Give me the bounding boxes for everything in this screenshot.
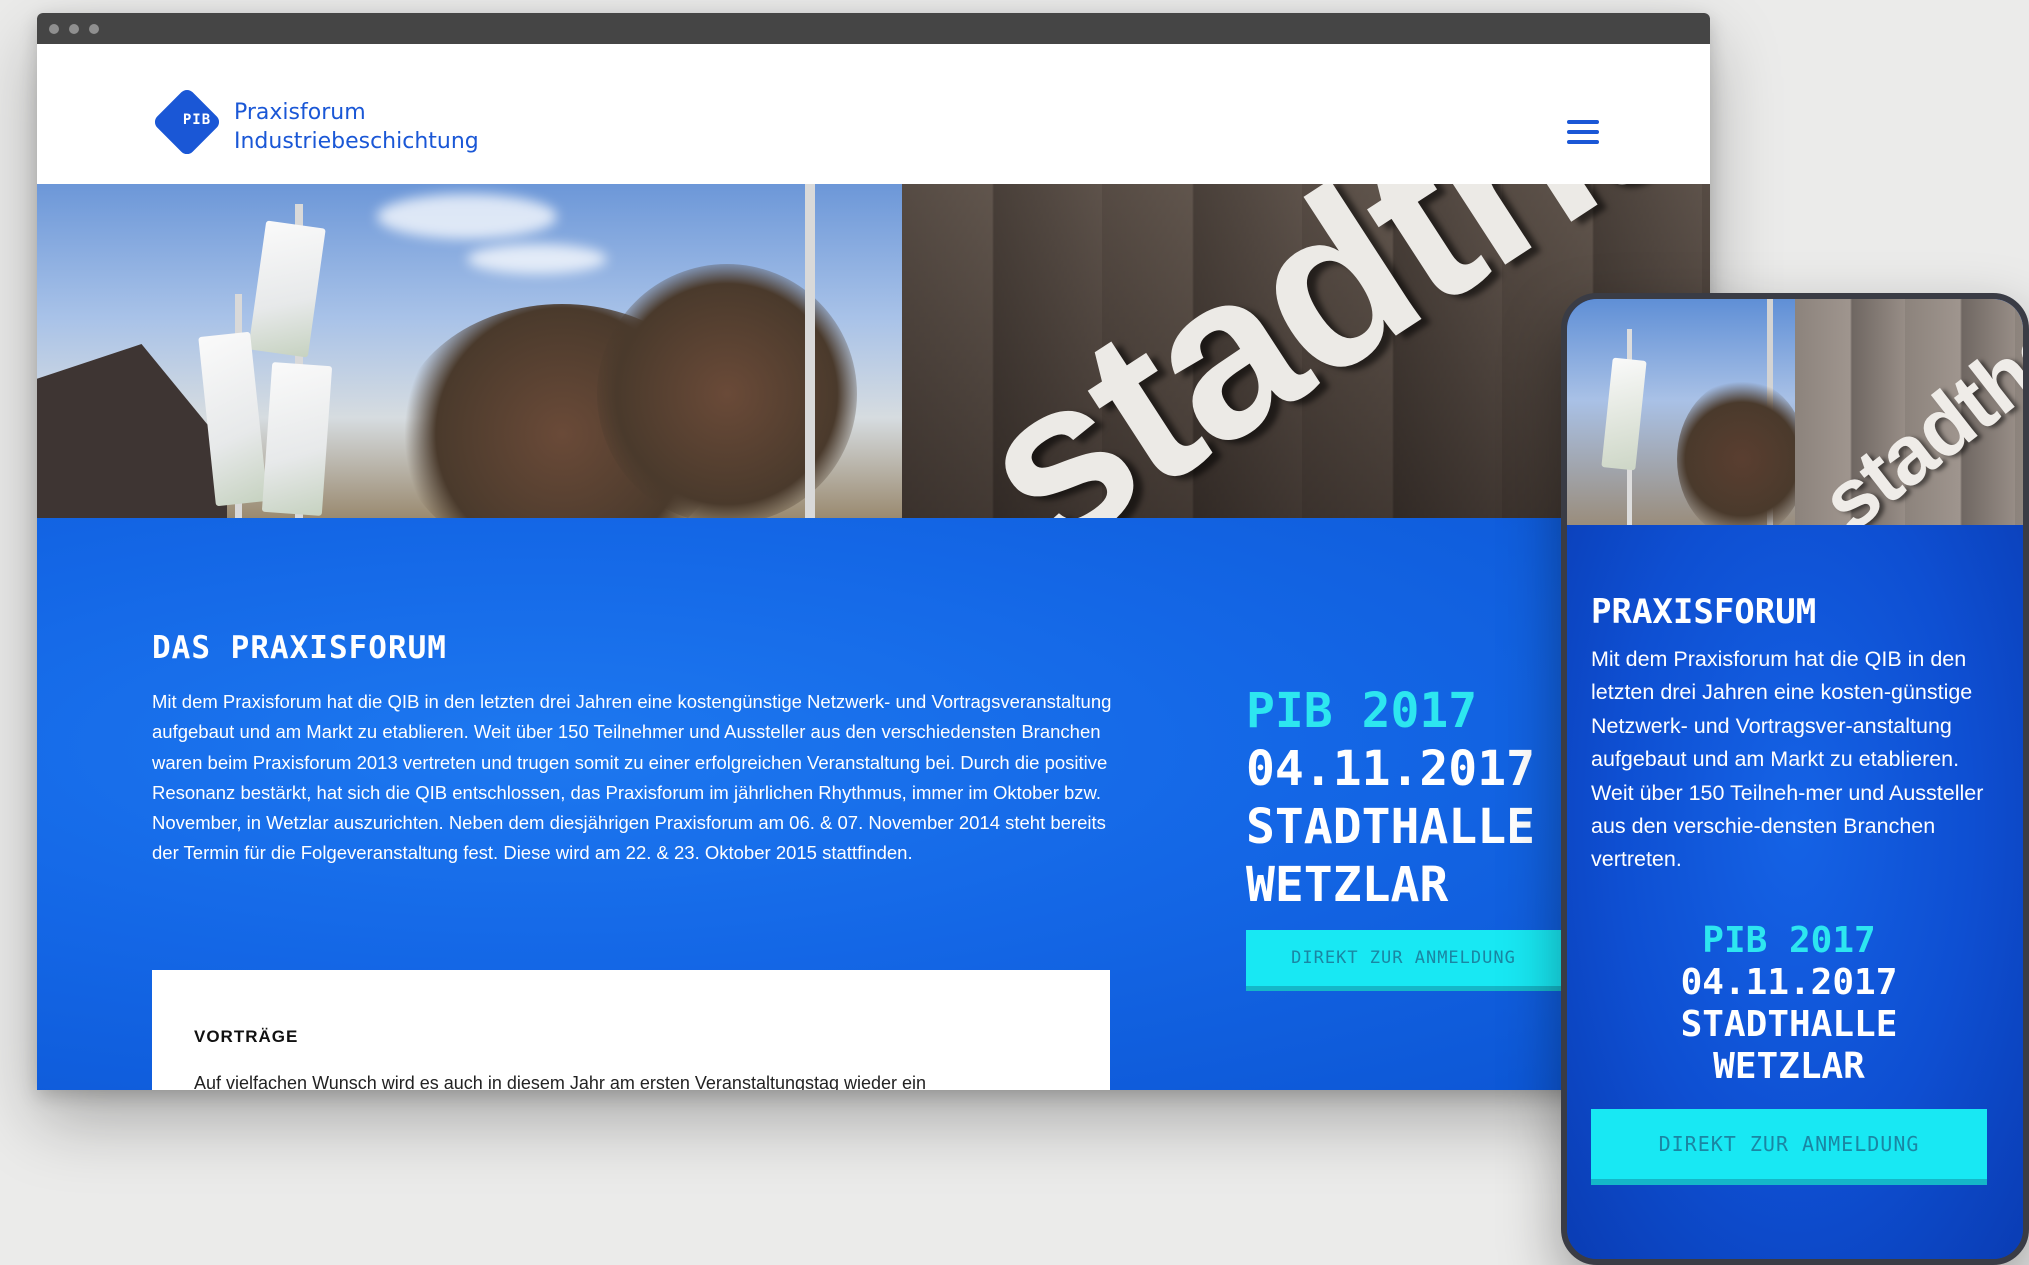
logo-mark-text: PIB [182, 112, 212, 128]
event-name: PIB 2017 [1246, 683, 1478, 739]
site-header: PIB Praxisforum Industriebeschichtung [37, 44, 1710, 197]
logo-title: Praxisforum Industriebeschichtung [234, 98, 479, 156]
window-dot-close [49, 24, 59, 34]
browser-titlebar [37, 13, 1710, 44]
section-title: DAS PRAXISFORUM [152, 630, 447, 666]
card-title: VORTRÄGE [194, 1027, 299, 1046]
event-venue: STADTHALLE [1246, 799, 1535, 855]
hero-image-stadthalle: stadthalle [37, 184, 1710, 518]
mobile-phone-mockup: stadthalle PRAXISFORUM Mit dem Praxisfor… [1561, 293, 2029, 1265]
desktop-browser-mockup: PIB Praxisforum Industriebeschichtung st… [37, 13, 1710, 1090]
register-button[interactable]: DIREKT ZUR ANMELDUNG [1246, 930, 1561, 986]
mobile-event-city: WETZLAR [1713, 1046, 1865, 1087]
mobile-hero-image: stadthalle [1567, 299, 2023, 525]
event-date: 04.11.2017 [1246, 741, 1535, 797]
logo-title-line1: Praxisforum [234, 100, 366, 125]
mobile-praxisforum-section: PRAXISFORUM Mit dem Praxisforum hat die … [1567, 525, 2023, 1259]
mobile-event-info: PIB 2017 04.11.2017 STADTHALLE WETZLAR [1567, 920, 2011, 1088]
logo-title-line2: Industriebeschichtung [234, 129, 479, 154]
mobile-event-name: PIB 2017 [1702, 920, 1876, 961]
window-dot-maximize [89, 24, 99, 34]
mobile-register-button[interactable]: DIREKT ZUR ANMELDUNG [1591, 1109, 1987, 1179]
hamburger-menu-icon[interactable] [1567, 120, 1599, 144]
event-info: PIB 2017 04.11.2017 STADTHALLE WETZLAR [1246, 682, 1535, 914]
site-logo[interactable]: PIB Praxisforum Industriebeschichtung [37, 44, 537, 197]
mobile-section-title: PRAXISFORUM [1591, 592, 1817, 632]
mobile-event-date: 04.11.2017 [1680, 962, 1898, 1003]
mobile-section-text: Mit dem Praxisforum hat die QIB in den l… [1591, 647, 1984, 872]
card-text: Auf vielfachen Wunsch wird es auch in di… [194, 1073, 927, 1090]
mobile-event-venue: STADTHALLE [1680, 1004, 1898, 1045]
event-city: WETZLAR [1246, 857, 1449, 913]
praxisforum-section: DAS PRAXISFORUM Mit dem Praxisforum hat … [37, 518, 1710, 1090]
section-text: Mit dem Praxisforum hat die QIB in den l… [152, 691, 1112, 864]
window-dot-minimize [69, 24, 79, 34]
lectures-card: VORTRÄGE Auf vielfachen Wunsch wird es a… [152, 970, 1110, 1090]
